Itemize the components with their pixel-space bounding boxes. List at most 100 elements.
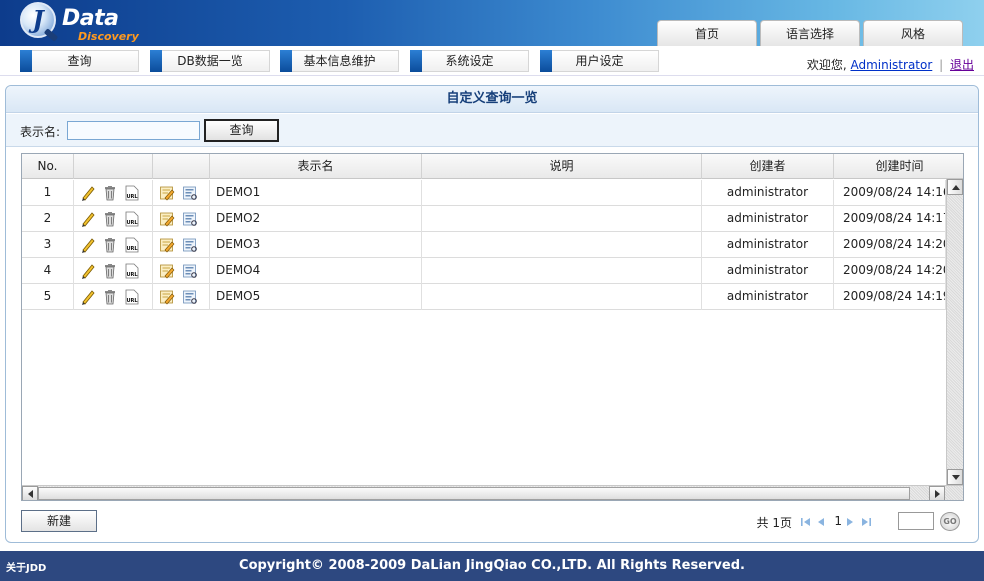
prev-page-icon[interactable] — [815, 516, 827, 528]
new-button[interactable]: 新建 — [21, 510, 97, 532]
trash-icon[interactable] — [102, 237, 118, 253]
trash-icon[interactable] — [102, 263, 118, 279]
tab-language[interactable]: 语言选择 — [760, 20, 860, 46]
col-header-display-name[interactable]: 表示名 — [210, 154, 422, 179]
cell-no: 5 — [22, 284, 74, 310]
cell-display-name: DEMO3 — [210, 232, 422, 258]
scroll-up-arrow-icon[interactable] — [947, 179, 963, 195]
menu-marker-icon — [410, 50, 422, 72]
edit-sheet-icon[interactable] — [159, 237, 175, 253]
tab-home[interactable]: 首页 — [657, 20, 757, 46]
menu-marker-icon — [150, 50, 162, 72]
svg-text:URL: URL — [127, 194, 139, 200]
greeting-text: 欢迎您, — [806, 58, 847, 72]
query-table: No. 表示名 说明 创建者 创建时间 1 URL DEMO1 administrat… — [21, 153, 964, 501]
search-button[interactable]: 查询 — [204, 119, 279, 142]
col-header-description[interactable]: 说明 — [422, 154, 702, 179]
search-input[interactable] — [67, 121, 200, 140]
cell-no: 3 — [22, 232, 74, 258]
menu-marker-icon — [20, 50, 32, 72]
table-row[interactable]: 2 URL DEMO2 administrator2009/08/24 14:17:5 — [22, 206, 946, 232]
horizontal-scrollbar[interactable] — [22, 485, 963, 500]
cell-description — [422, 180, 702, 206]
menu-item-user-settings[interactable]: 用户设定 — [540, 50, 659, 72]
view-list-icon[interactable] — [182, 237, 198, 253]
logo-subtitle: Discovery — [78, 30, 139, 43]
edit-sheet-icon[interactable] — [159, 289, 175, 305]
menu-item-label: DB数据一览 — [177, 54, 243, 68]
tab-style[interactable]: 风格 — [863, 20, 963, 46]
menu-item-label: 用户设定 — [575, 54, 624, 68]
edit-pencil-icon[interactable] — [80, 211, 96, 227]
pagination: 共 1页 1 GO — [740, 512, 960, 532]
menu-marker-icon — [280, 50, 292, 72]
cell-created-time: 2009/08/24 14:16:1 — [834, 180, 946, 206]
svg-text:URL: URL — [127, 272, 139, 278]
edit-sheet-icon[interactable] — [159, 185, 175, 201]
col-header-actions1 — [74, 154, 153, 179]
trash-icon[interactable] — [102, 289, 118, 305]
edit-pencil-icon[interactable] — [80, 263, 96, 279]
edit-sheet-icon[interactable] — [159, 211, 175, 227]
view-list-icon[interactable] — [182, 289, 198, 305]
app-logo[interactable]: J Data Discovery — [18, 2, 139, 44]
scroll-right-arrow-icon[interactable] — [929, 486, 945, 500]
last-page-icon[interactable] — [860, 516, 872, 528]
view-list-icon[interactable] — [182, 185, 198, 201]
edit-pencil-icon[interactable] — [80, 185, 96, 201]
logo-magnifier-handle — [43, 28, 59, 42]
cell-creator: administrator — [702, 232, 834, 258]
menu-item-label: 系统设定 — [445, 54, 494, 68]
view-list-icon[interactable] — [182, 211, 198, 227]
edit-pencil-icon[interactable] — [80, 289, 96, 305]
user-bar: 欢迎您, Administrator | 退出 — [807, 56, 974, 73]
svg-text:URL: URL — [127, 246, 139, 252]
panel-title: 自定义查询一览 — [6, 86, 978, 113]
copyright-text: Copyright© 2008-2009 DaLian JingQiao CO.… — [239, 558, 745, 573]
table-header: No. 表示名 说明 创建者 创建时间 — [22, 154, 963, 179]
next-page-icon[interactable] — [844, 516, 856, 528]
go-button[interactable]: GO — [940, 512, 960, 531]
horizontal-scroll-thumb[interactable] — [38, 487, 910, 500]
cell-no: 4 — [22, 258, 74, 284]
col-header-created-time[interactable]: 创建时间 — [834, 154, 963, 179]
menu-item-db-data[interactable]: DB数据一览 — [150, 50, 270, 72]
url-icon[interactable]: URL — [124, 263, 140, 279]
trash-icon[interactable] — [102, 185, 118, 201]
first-page-icon[interactable] — [800, 516, 812, 528]
table-row[interactable]: 1 URL DEMO1 administrator2009/08/24 14:16:1 — [22, 180, 946, 206]
col-header-no[interactable]: No. — [22, 154, 74, 179]
trash-icon[interactable] — [102, 211, 118, 227]
cell-created-time: 2009/08/24 14:19:2 — [834, 284, 946, 310]
table-row[interactable]: 3 URL DEMO3 administrator2009/08/24 14:20:0 — [22, 232, 946, 258]
url-icon[interactable]: URL — [124, 237, 140, 253]
url-icon[interactable]: URL — [124, 289, 140, 305]
scroll-down-arrow-icon[interactable] — [947, 469, 963, 485]
cell-created-time: 2009/08/24 14:20:2 — [834, 258, 946, 284]
edit-sheet-icon[interactable] — [159, 263, 175, 279]
svg-text:URL: URL — [127, 220, 139, 226]
table-row[interactable]: 4 URL DEMO4 administrator2009/08/24 14:20:2 — [22, 258, 946, 284]
col-header-actions2 — [153, 154, 210, 179]
menu-item-basic-info[interactable]: 基本信息维护 — [280, 50, 399, 72]
cell-no: 2 — [22, 206, 74, 232]
table-row[interactable]: 5 URL DEMO5 administrator2009/08/24 14:19:2 — [22, 284, 946, 310]
url-icon[interactable]: URL — [124, 211, 140, 227]
url-icon[interactable]: URL — [124, 185, 140, 201]
col-header-creator[interactable]: 创建者 — [702, 154, 834, 179]
scroll-left-arrow-icon[interactable] — [22, 486, 38, 500]
menu-item-query[interactable]: 查询 — [20, 50, 139, 72]
page-number-input[interactable] — [898, 512, 934, 530]
cell-description — [422, 232, 702, 258]
logout-link[interactable]: 退出 — [950, 58, 974, 72]
view-list-icon[interactable] — [182, 263, 198, 279]
menu-item-system-settings[interactable]: 系统设定 — [410, 50, 529, 72]
cell-display-name: DEMO5 — [210, 284, 422, 310]
cell-creator: administrator — [702, 258, 834, 284]
vertical-scrollbar[interactable] — [946, 179, 963, 486]
separator: | — [939, 58, 944, 72]
user-link[interactable]: Administrator — [850, 58, 932, 72]
cell-display-name: DEMO1 — [210, 180, 422, 206]
edit-pencil-icon[interactable] — [80, 237, 96, 253]
cell-created-time: 2009/08/24 14:20:0 — [834, 232, 946, 258]
